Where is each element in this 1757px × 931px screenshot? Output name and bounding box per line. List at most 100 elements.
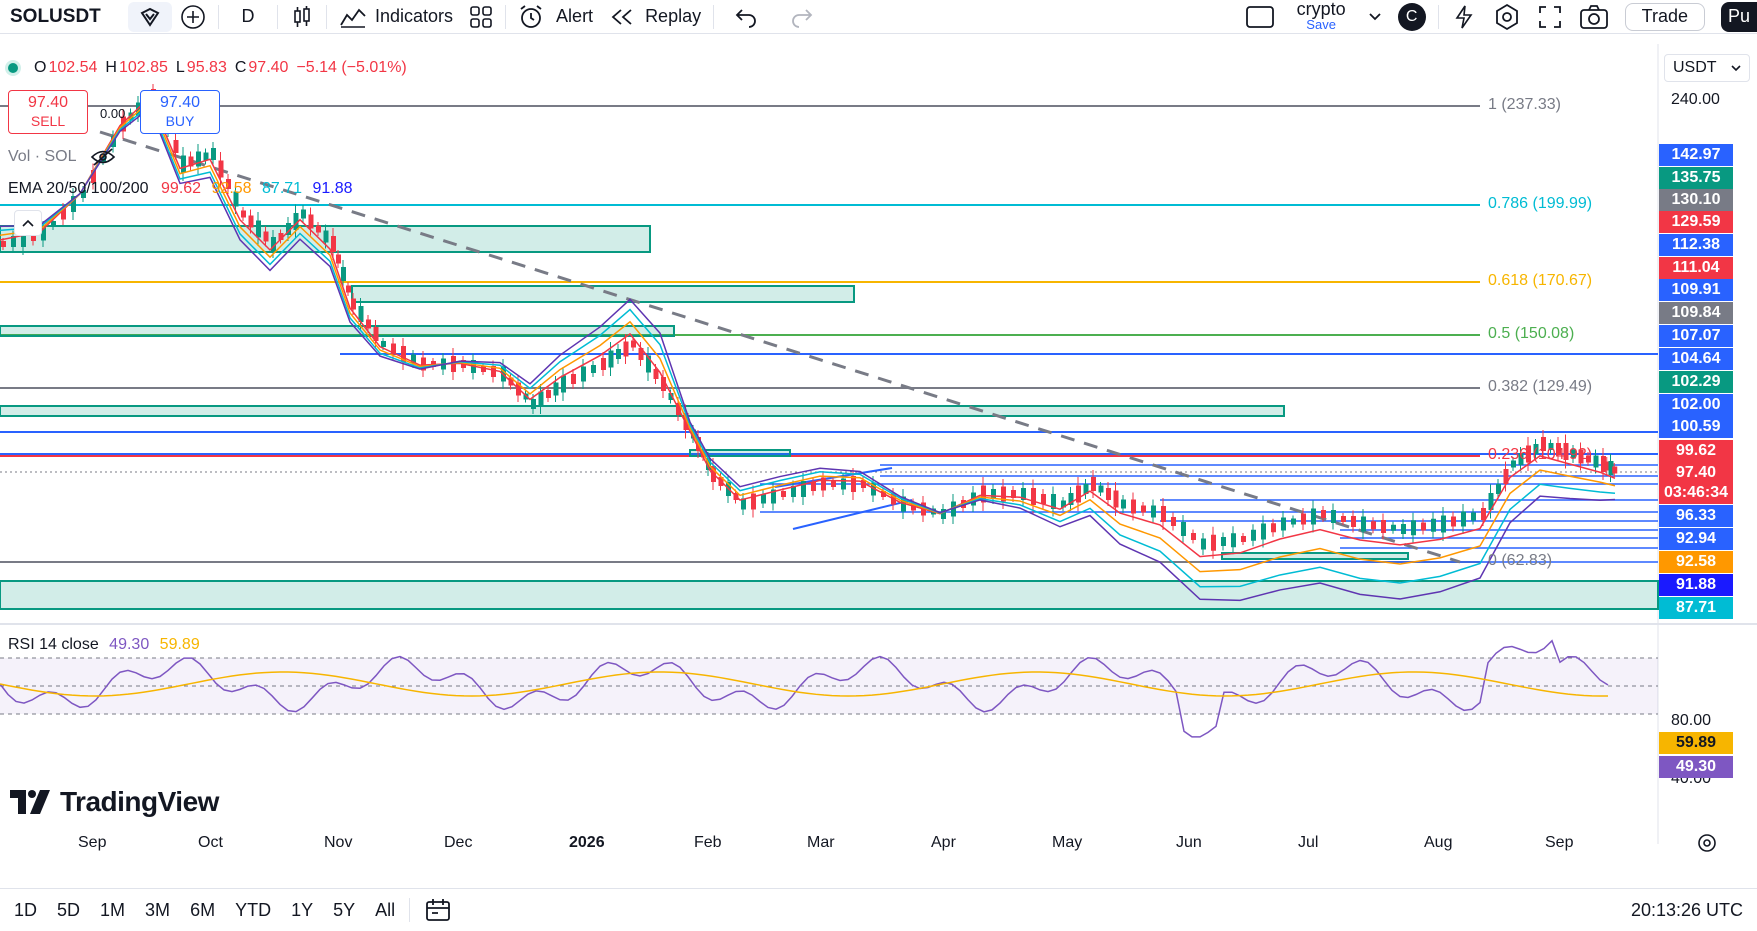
candle-body	[591, 365, 596, 373]
alert-button[interactable]: Alert	[510, 0, 601, 34]
rsi-axis-top: 80.00	[1671, 712, 1712, 729]
candle-body	[51, 221, 56, 227]
candle-body	[1311, 508, 1316, 525]
sell-button[interactable]: 97.40 SELL	[8, 90, 88, 134]
avatar[interactable]: C	[1390, 0, 1434, 34]
candles-icon[interactable]	[282, 0, 322, 34]
chart-pane[interactable]: O 102.54 H 102.85 L 95.83 C 97.40 −5.14 (−5.…	[0, 44, 1757, 931]
candle-body	[831, 481, 836, 487]
redo-icon[interactable]	[774, 0, 830, 34]
fib-label: 1 (237.33)	[1488, 96, 1561, 113]
interval-button[interactable]: D	[223, 0, 273, 34]
chevron-down-icon[interactable]	[1360, 0, 1390, 34]
divider	[1437, 4, 1439, 29]
low-label: L	[175, 59, 185, 76]
candle-body	[1612, 466, 1618, 474]
range-button[interactable]: 6M	[180, 890, 225, 930]
calendar-icon[interactable]	[414, 890, 462, 930]
candle-body	[263, 231, 269, 242]
candle-body	[181, 155, 186, 173]
time-axis-label: Jul	[1298, 834, 1319, 851]
collapse-icon[interactable]	[14, 210, 42, 236]
buy-button[interactable]: 97.40 BUY	[140, 90, 220, 134]
candle-body	[1401, 524, 1406, 534]
candle-body	[1461, 511, 1466, 527]
currency-selector[interactable]: USDT	[1664, 54, 1750, 82]
candle-body	[331, 236, 336, 252]
candle-body	[581, 366, 586, 382]
time-axis-label: 2026	[569, 834, 605, 851]
price-tag: 135.75	[1659, 167, 1733, 189]
favorite-icon[interactable]	[128, 1, 172, 32]
candle-body	[1291, 518, 1296, 525]
price-chart[interactable]	[0, 44, 1757, 931]
divider	[713, 4, 715, 29]
candle-body	[316, 225, 321, 233]
symbol-search[interactable]: SOLUSDT	[0, 0, 128, 34]
alert-icon	[520, 4, 542, 28]
rsi-value-tag: 49.30	[1659, 756, 1733, 778]
time-axis-label: Apr	[931, 834, 956, 851]
templates-icon[interactable]	[461, 0, 501, 34]
open-value: 102.54	[48, 59, 98, 76]
currency-label: USDT	[1673, 59, 1717, 76]
range-button[interactable]: 1Y	[281, 890, 323, 930]
quick-search-icon[interactable]	[1443, 0, 1485, 34]
settings-icon[interactable]	[1485, 0, 1529, 34]
candle-body	[1331, 510, 1336, 523]
time-axis-label: Feb	[694, 834, 722, 851]
candle-body	[1141, 505, 1146, 513]
divider	[277, 4, 278, 29]
rsi-legend: RSI 14 close 49.30 59.89	[8, 636, 200, 654]
range-button[interactable]: 1D	[4, 890, 47, 930]
clock[interactable]: 20:13:26 UTC	[1621, 890, 1757, 930]
candle-body	[1211, 534, 1216, 551]
candle-body	[1251, 529, 1256, 541]
demand-zone	[1221, 552, 1409, 560]
indicators-label: Indicators	[375, 6, 454, 26]
price-tag: 102.29	[1659, 371, 1733, 393]
candle-body	[1451, 516, 1456, 527]
candle-body	[1371, 521, 1376, 530]
top-toolbar: SOLUSDT D Indicators Alert Replay crypto…	[0, 0, 1757, 34]
time-axis-settings-icon[interactable]	[1696, 832, 1718, 854]
range-button[interactable]: YTD	[225, 890, 281, 930]
add-symbol-icon[interactable]	[172, 0, 214, 34]
indicators-button[interactable]: Indicators	[331, 0, 461, 34]
publish-button[interactable]: Pu	[1721, 1, 1757, 32]
camera-icon[interactable]	[1571, 0, 1617, 34]
ohlc-legend: O 102.54 H 102.85 L 95.83 C 97.40 −5.14 (−5.…	[8, 59, 407, 77]
tradingview-watermark[interactable]: TradingView	[10, 786, 219, 818]
candle-body	[821, 477, 826, 491]
candle-body	[1231, 533, 1236, 548]
layout-menu[interactable]: crypto Save	[1283, 0, 1360, 34]
price-tag: 109.91	[1659, 279, 1733, 301]
watermark-text: TradingView	[60, 786, 219, 817]
eye-off-icon[interactable]	[90, 148, 116, 166]
range-button[interactable]: 1M	[90, 890, 135, 930]
fullscreen-icon[interactable]	[1529, 0, 1571, 34]
candle-body	[248, 215, 254, 228]
range-button[interactable]: 5Y	[323, 890, 365, 930]
range-button[interactable]: 5D	[47, 890, 90, 930]
candle-body	[1181, 522, 1186, 536]
candle-body	[1381, 520, 1386, 533]
range-button[interactable]: 3M	[135, 890, 180, 930]
candle-body	[1131, 499, 1136, 514]
demand-zone	[0, 405, 1285, 417]
range-button[interactable]: All	[365, 890, 405, 930]
candle-body	[851, 476, 856, 492]
fib-label: 0.618 (170.67)	[1488, 272, 1593, 289]
layout-icon[interactable]	[1237, 0, 1283, 34]
spread-value: 0.00	[100, 106, 126, 121]
trade-button[interactable]: Trade	[1624, 2, 1705, 31]
undo-icon[interactable]	[718, 0, 774, 34]
rsi-ma-tag: 59.89	[1659, 732, 1733, 754]
replay-button[interactable]: Replay	[601, 0, 709, 34]
candle-body	[323, 230, 329, 243]
price-tag: 87.71	[1659, 597, 1733, 619]
rsi-label: RSI 14 close	[8, 636, 99, 653]
fib-label: 0.5 (150.08)	[1488, 325, 1575, 342]
price-tag: 112.38	[1659, 234, 1733, 256]
candle-body	[1098, 485, 1104, 493]
